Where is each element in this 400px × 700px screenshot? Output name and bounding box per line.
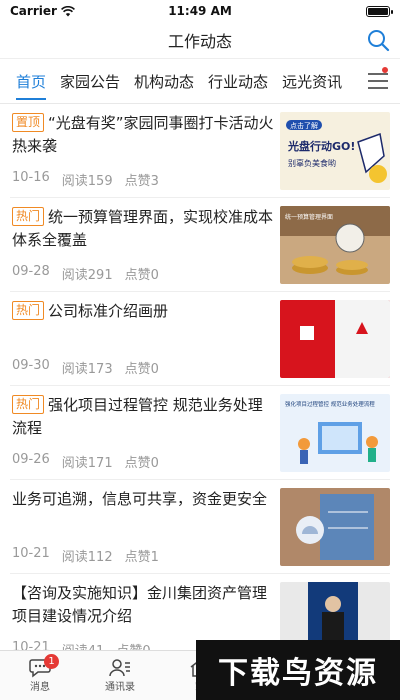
tab-2[interactable]: 机构动态	[134, 59, 194, 103]
article-title: 业务可追溯，信息可共享，资金更安全	[12, 490, 268, 508]
article-badge: 热门	[12, 301, 45, 320]
watermark-logo: 下载鸟资源	[196, 640, 400, 700]
article-likes: 点赞0	[124, 362, 159, 377]
article-thumbnail: 强化项目过程管控 规范业务处理流程	[280, 394, 390, 472]
article-item[interactable]: 置顶 “光盘有奖”家园同事圈打卡活动火热来袭 10-16 阅读159 点赞3 点击…	[10, 104, 390, 198]
tab-contacts-label: 通讯录	[105, 682, 135, 693]
status-time: 11:49 AM	[168, 4, 232, 18]
article-title: 【咨询及实施知识】金川集团资产管理项目建设情况介绍	[12, 584, 268, 625]
tab-4[interactable]: 远光资讯	[282, 59, 342, 103]
tab-1[interactable]: 家园公告	[60, 59, 120, 103]
tab-messages[interactable]: 1 消息	[0, 651, 80, 700]
svg-text:强化项目过程管控 规范业务处理流程: 强化项目过程管控 规范业务处理流程	[285, 400, 375, 408]
article-item[interactable]: 热门 强化项目过程管控 规范业务处理流程 09-26 阅读171 点赞0 强化项目…	[10, 386, 390, 480]
more-tabs-button[interactable]	[356, 59, 400, 103]
article-thumbnail	[280, 300, 390, 378]
article-date: 09-28	[12, 264, 50, 279]
article-item[interactable]: 业务可追溯，信息可共享，资金更安全 10-21 阅读112 点赞1	[10, 480, 390, 574]
carrier-label: Carrier	[10, 4, 57, 18]
article-meta: 10-21 阅读112 点赞1	[12, 546, 274, 565]
article-reads: 阅读291	[61, 268, 113, 283]
contacts-icon	[109, 659, 130, 677]
article-badge: 热门	[12, 207, 45, 226]
category-tabs: 首页 家园公告 机构动态 行业动态 远光资讯	[0, 58, 400, 104]
status-left: Carrier	[10, 4, 137, 18]
svg-text:别辜负美食哟: 别辜负美食哟	[288, 158, 336, 168]
menu-icon	[368, 73, 388, 89]
article-likes: 点赞0	[124, 456, 159, 471]
article-thumbnail	[280, 488, 390, 566]
article-date: 09-30	[12, 358, 50, 373]
article-title: 热门 强化项目过程管控 规范业务处理流程	[12, 395, 263, 437]
tab-contacts[interactable]: 通讯录	[80, 651, 160, 700]
article-reads: 阅读112	[61, 550, 113, 565]
article-badge: 置顶	[12, 113, 45, 132]
article-thumbnail: 统一预算管理界面	[280, 206, 390, 284]
article-item[interactable]: 热门 统一预算管理界面，实现校准成本体系全覆盖 09-28 阅读291 点赞0 统…	[10, 198, 390, 292]
article-meta: 09-30 阅读173 点赞0	[12, 358, 274, 377]
article-meta: 09-28 阅读291 点赞0	[12, 264, 274, 283]
battery-level	[368, 7, 389, 15]
battery-icon	[366, 5, 394, 17]
tab-3[interactable]: 行业动态	[208, 59, 268, 103]
message-count-badge: 1	[44, 654, 59, 669]
article-date: 09-26	[12, 452, 50, 467]
article-reads: 阅读159	[61, 174, 113, 189]
page-title: 工作动态	[167, 32, 232, 51]
search-icon[interactable]	[366, 28, 390, 52]
wifi-icon	[60, 5, 75, 16]
article-likes: 点赞1	[124, 550, 159, 565]
article-date: 10-21	[12, 546, 50, 561]
article-list: 置顶 “光盘有奖”家园同事圈打卡活动火热来袭 10-16 阅读159 点赞3 点击…	[0, 104, 400, 668]
article-thumbnail: 点击了解 光盘行动GO! 别辜负美食哟	[280, 112, 390, 190]
svg-text:统一预算管理界面: 统一预算管理界面	[285, 213, 333, 221]
article-reads: 阅读173	[61, 362, 113, 377]
article-badge: 热门	[12, 395, 45, 414]
article-title: 热门 统一预算管理界面，实现校准成本体系全覆盖	[12, 207, 274, 249]
article-likes: 点赞0	[124, 268, 159, 283]
article-title: 热门 公司标准介绍画册	[12, 300, 274, 323]
status-bar: Carrier 11:49 AM	[0, 0, 400, 22]
article-item[interactable]: 热门 公司标准介绍画册 09-30 阅读173 点赞0	[10, 292, 390, 386]
article-meta: 10-16 阅读159 点赞3	[12, 170, 274, 189]
svg-text:点击了解: 点击了解	[290, 121, 318, 130]
nav-bar: 工作动态	[0, 22, 400, 58]
svg-text:光盘行动GO!: 光盘行动GO!	[287, 139, 355, 153]
tab-messages-label: 消息	[30, 682, 50, 693]
watermark-text: 下载鸟资源	[218, 656, 378, 691]
article-reads: 阅读171	[61, 456, 113, 471]
article-meta: 09-26 阅读171 点赞0	[12, 452, 274, 471]
notification-dot	[382, 67, 388, 73]
tab-0[interactable]: 首页	[16, 59, 47, 103]
article-date: 10-16	[12, 170, 50, 185]
article-title: 置顶 “光盘有奖”家园同事圈打卡活动火热来袭	[12, 113, 274, 155]
article-likes: 点赞3	[124, 174, 159, 189]
